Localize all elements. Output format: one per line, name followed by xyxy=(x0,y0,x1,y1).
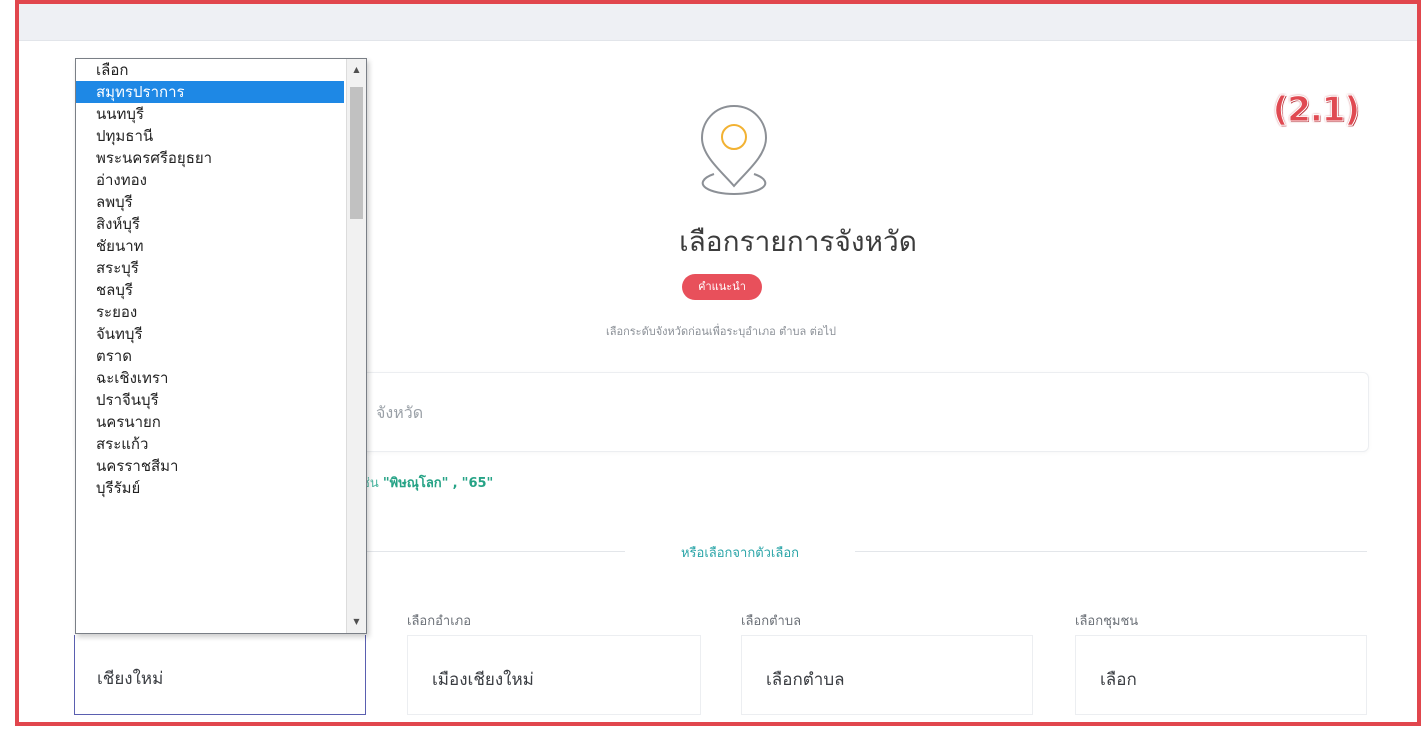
scrollbar-thumb[interactable] xyxy=(350,87,363,219)
province-option[interactable]: เลือก xyxy=(76,59,344,81)
or-label: หรือเลือกจากตัวเลือก xyxy=(680,546,800,561)
province-option-list: เลือก สมุทรปราการ นนทบุรี ปทุมธานี พระนครศรี… xyxy=(76,59,366,499)
divider-line-right xyxy=(855,551,1367,552)
community-select[interactable]: เลือก xyxy=(1075,635,1367,715)
province-option[interactable]: ปราจีนบุรี xyxy=(76,389,344,411)
example-value-2: "65" xyxy=(461,476,494,491)
search-example: ช่น "พิษณุโลก" , "65" xyxy=(361,472,493,493)
district-select[interactable]: เมืองเชียงใหม่ xyxy=(407,635,701,715)
divider-line-left xyxy=(365,551,625,552)
dropdown-scrollbar[interactable]: ▲ ▼ xyxy=(346,59,366,633)
step-label: (2.1) xyxy=(1272,90,1360,131)
example-separator: , xyxy=(452,476,458,491)
province-option[interactable]: สิงห์บุรี xyxy=(76,213,344,235)
map-pin-icon xyxy=(700,104,768,195)
province-option[interactable]: บุรีรัมย์ xyxy=(76,477,344,499)
district-select-value: เมืองเชียงใหม่ xyxy=(432,670,534,690)
district-label: เลือกอำเภอ xyxy=(407,614,472,629)
community-label: เลือกชุมชน xyxy=(1075,614,1139,629)
province-option[interactable]: นนทบุรี xyxy=(76,103,344,125)
province-option[interactable]: สระบุรี xyxy=(76,257,344,279)
province-select[interactable]: เชียงใหม่ xyxy=(74,635,366,715)
scroll-up-icon[interactable]: ▲ xyxy=(347,62,366,78)
hint-badge[interactable]: คำแนะนำ xyxy=(682,274,762,300)
province-option[interactable]: ระยอง xyxy=(76,301,344,323)
scroll-down-icon[interactable]: ▼ xyxy=(347,614,366,630)
screenshot-frame: (2.1) เลือกรายการจังหวัด คำแนะนำ เลือกระ… xyxy=(15,0,1421,726)
province-option[interactable]: ชัยนาท xyxy=(76,235,344,257)
province-option[interactable]: อ่างทอง xyxy=(76,169,344,191)
province-option[interactable]: ฉะเชิงเทรา xyxy=(76,367,344,389)
province-option[interactable]: ลพบุรี xyxy=(76,191,344,213)
subdistrict-select[interactable]: เลือกตำบล xyxy=(741,635,1033,715)
subdistrict-label: เลือกตำบล xyxy=(741,614,802,629)
province-option[interactable]: ชลบุรี xyxy=(76,279,344,301)
province-option[interactable]: ปทุมธานี xyxy=(76,125,344,147)
province-option[interactable]: จันทบุรี xyxy=(76,323,344,345)
community-select-value: เลือก xyxy=(1100,670,1137,690)
province-option[interactable]: นครนายก xyxy=(76,411,344,433)
province-option[interactable]: พระนครศรีอยุธยา xyxy=(76,147,344,169)
province-select-value: เชียงใหม่ xyxy=(97,669,164,689)
example-value-1: "พิษณุโลก" xyxy=(382,476,449,491)
province-option[interactable]: สมุทรปราการ xyxy=(76,81,344,103)
province-option[interactable]: ตราด xyxy=(76,345,344,367)
province-option[interactable]: นครราชสีมา xyxy=(76,455,344,477)
province-option[interactable]: สระแก้ว xyxy=(76,433,344,455)
province-dropdown-list[interactable]: เลือก สมุทรปราการ นนทบุรี ปทุมธานี พระนครศรี… xyxy=(75,58,367,634)
subdistrict-select-value: เลือกตำบล xyxy=(766,670,845,690)
top-band xyxy=(19,4,1417,41)
search-placeholder: จังหวัด xyxy=(376,403,424,422)
